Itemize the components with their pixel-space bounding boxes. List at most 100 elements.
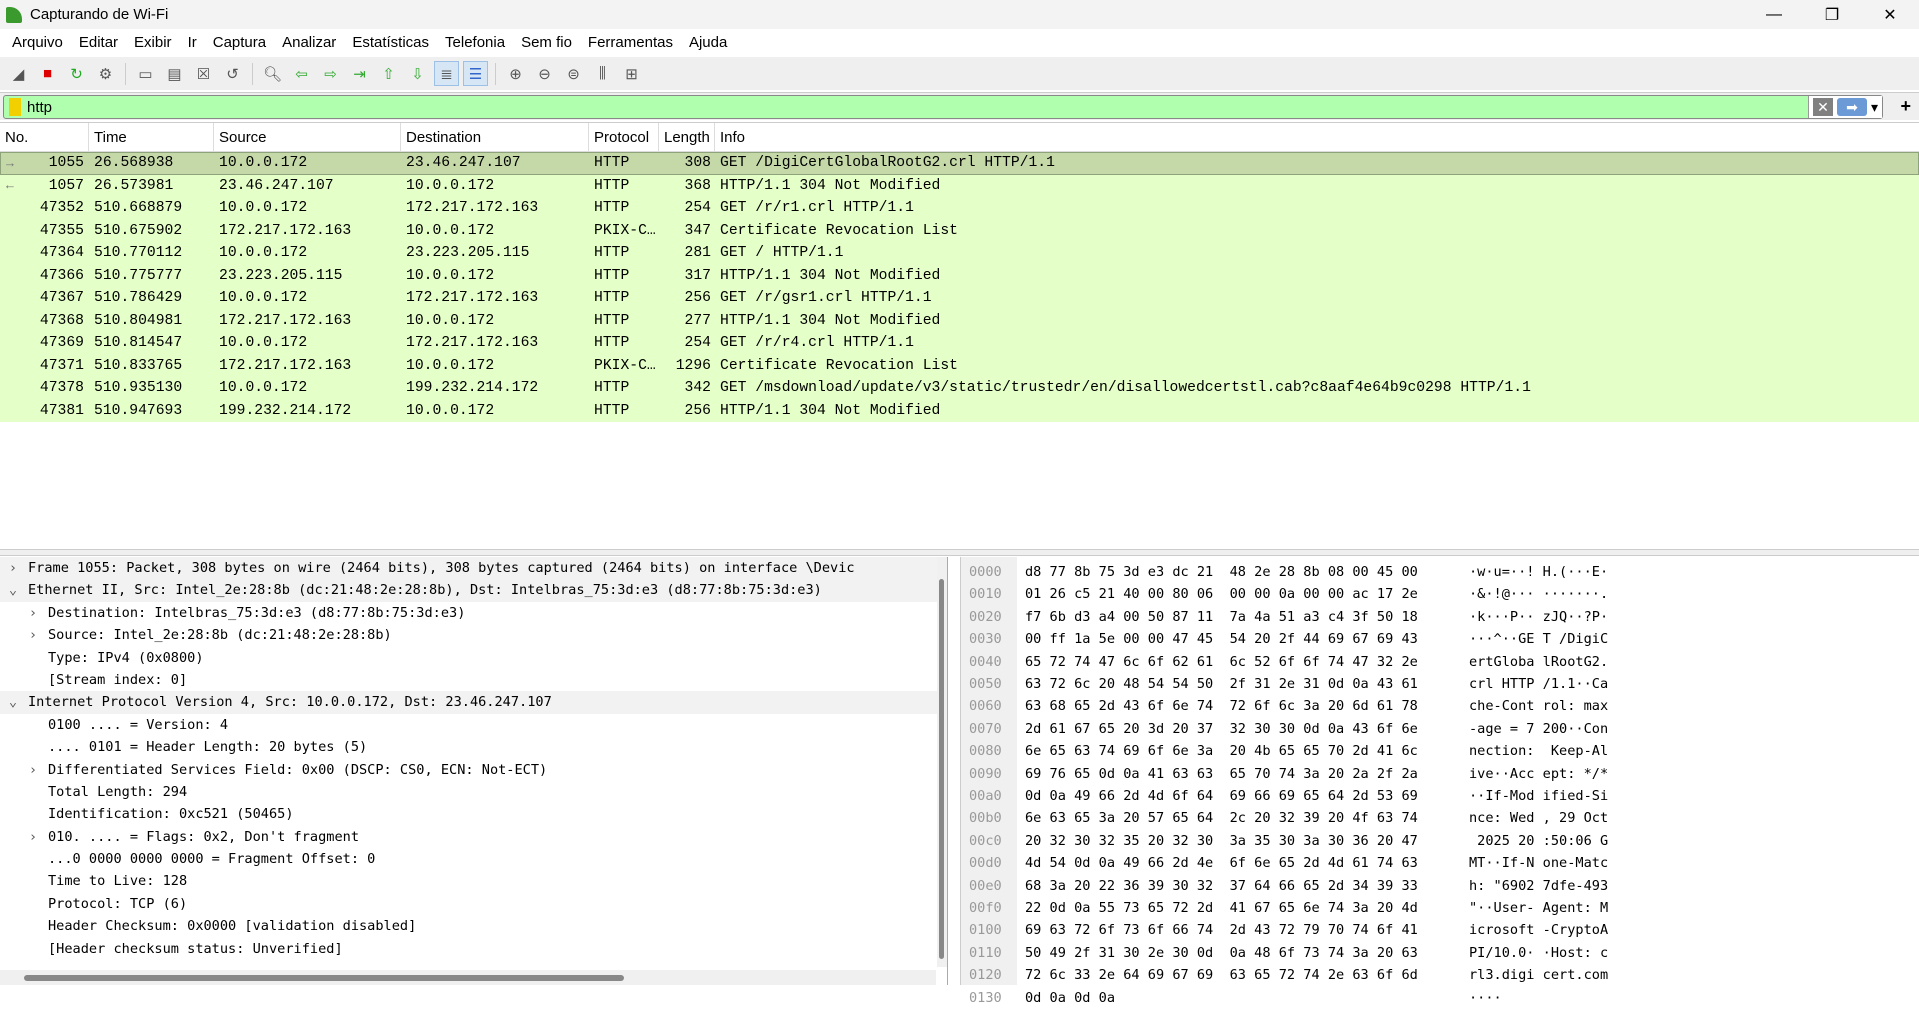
menu-captura[interactable]: Captura bbox=[205, 34, 274, 51]
zoom-out-icon[interactable]: ⊖ bbox=[532, 61, 557, 86]
bookmark-icon[interactable] bbox=[9, 98, 21, 116]
byte-offset[interactable]: 0040 bbox=[969, 651, 1002, 673]
byte-offset[interactable]: 0070 bbox=[969, 718, 1002, 740]
detail-item[interactable]: › Source: Intel_2e:28:8b (dc:21:48:2e:28:… bbox=[0, 624, 947, 646]
restart-capture-icon[interactable]: ↻ bbox=[64, 61, 89, 86]
expand-icon[interactable]: › bbox=[26, 624, 40, 646]
column-no[interactable]: No. bbox=[0, 123, 89, 151]
packet-row[interactable]: 47368 510.804981 172.217.172.163 10.0.0.172… bbox=[0, 309, 1919, 332]
scroll-thumb[interactable] bbox=[24, 975, 624, 981]
ascii-bytes[interactable]: 2025 20 :50:06 G bbox=[1469, 830, 1608, 852]
menu-estatísticas[interactable]: Estatísticas bbox=[344, 34, 437, 51]
detail-item[interactable]: › Destination: Intelbras_75:3d:e3 (d8:77:… bbox=[0, 602, 947, 624]
hex-bytes[interactable]: 65 72 74 47 6c 6f 62 61 6c 52 6f 6f 74 4… bbox=[1025, 651, 1418, 673]
ascii-bytes[interactable]: icrosoft -CryptoA bbox=[1469, 919, 1608, 941]
detail-item[interactable]: 0100 .... = Version: 4 bbox=[0, 714, 947, 736]
packet-row[interactable]: → 1055 26.568938 10.0.0.172 23.46.247.107 HTT… bbox=[0, 152, 1919, 175]
ascii-bytes[interactable]: ·k···P·· zJQ··?P· bbox=[1469, 606, 1608, 628]
byte-offset[interactable]: 0120 bbox=[969, 964, 1002, 986]
ascii-bytes[interactable]: "··User- Agent: M bbox=[1469, 897, 1608, 919]
clear-filter-button[interactable]: ✕ bbox=[1812, 98, 1833, 116]
menu-analizar[interactable]: Analizar bbox=[274, 34, 344, 51]
ascii-bytes[interactable]: ·&·!@··· ·······. bbox=[1469, 583, 1608, 605]
column-time[interactable]: Time bbox=[89, 123, 214, 151]
packet-row[interactable]: 47369 510.814547 10.0.0.172 172.217.172.163… bbox=[0, 332, 1919, 355]
packet-row[interactable]: 47366 510.775777 23.223.205.115 10.0.0.172 H… bbox=[0, 264, 1919, 287]
minimize-button[interactable]: — bbox=[1745, 0, 1803, 29]
hex-bytes[interactable]: 20 32 30 32 35 20 32 30 3a 35 30 3a 30 3… bbox=[1025, 830, 1418, 852]
ascii-bytes[interactable]: ertGloba lRootG2. bbox=[1469, 651, 1608, 673]
ascii-bytes[interactable]: MT··If-N one-Matc bbox=[1469, 852, 1608, 874]
restore-button[interactable]: ❐ bbox=[1803, 0, 1861, 29]
detail-item[interactable]: ⌄ Ethernet II, Src: Intel_2e:28:8b (dc:21… bbox=[0, 579, 947, 602]
menu-editar[interactable]: Editar bbox=[71, 34, 126, 51]
save-file-icon[interactable]: ▤ bbox=[162, 61, 187, 86]
packet-row[interactable]: 47367 510.786429 10.0.0.172 172.217.172.163… bbox=[0, 287, 1919, 310]
packet-row[interactable]: 47381 510.947693 199.232.214.172 10.0.0.172… bbox=[0, 399, 1919, 422]
column-protocol[interactable]: Protocol bbox=[589, 123, 659, 151]
resize-columns-icon[interactable]: ⫼ bbox=[590, 61, 615, 86]
hex-bytes[interactable]: 4d 54 0d 0a 49 66 2d 4e 6f 6e 65 2d 4d 6… bbox=[1025, 852, 1418, 874]
hex-bytes[interactable]: d8 77 8b 75 3d e3 dc 21 48 2e 28 8b 08 0… bbox=[1025, 561, 1418, 583]
hex-bytes[interactable]: 6e 65 63 74 69 6f 6e 3a 20 4b 65 65 70 2… bbox=[1025, 740, 1418, 762]
detail-item[interactable]: .... 0101 = Header Length: 20 bytes (5) bbox=[0, 736, 947, 758]
display-filter-input[interactable] bbox=[27, 98, 1808, 116]
byte-offset[interactable]: 0090 bbox=[969, 763, 1002, 785]
hex-bytes[interactable]: 72 6c 33 2e 64 69 67 69 63 65 72 74 2e 6… bbox=[1025, 964, 1418, 986]
detail-item[interactable]: [Header checksum status: Unverified] bbox=[0, 938, 947, 960]
detail-item[interactable]: ...0 0000 0000 0000 = Fragment Offset: 0 bbox=[0, 848, 947, 870]
packet-row[interactable]: ← 1057 26.573981 23.46.247.107 10.0.0.172 HTT… bbox=[0, 174, 1919, 197]
ascii-bytes[interactable]: ···· bbox=[1469, 987, 1502, 1009]
ascii-bytes[interactable]: ·w·u=··! H.(···E· bbox=[1469, 561, 1608, 583]
apply-filter-button[interactable]: ➡ bbox=[1836, 98, 1867, 116]
hex-bytes[interactable]: 22 0d 0a 55 73 65 72 2d 41 67 65 6e 74 3… bbox=[1025, 897, 1418, 919]
menu-ir[interactable]: Ir bbox=[180, 34, 205, 51]
detail-item[interactable]: Header Checksum: 0x0000 [validation disa… bbox=[0, 915, 947, 937]
packet-row[interactable]: 47371 510.833765 172.217.172.163 10.0.0.172… bbox=[0, 354, 1919, 377]
ascii-bytes[interactable]: ive··Acc ept: */* bbox=[1469, 763, 1608, 785]
menu-sem-fio[interactable]: Sem fio bbox=[513, 34, 580, 51]
byte-offset[interactable]: 0000 bbox=[969, 561, 1002, 583]
ascii-bytes[interactable]: -age = 7 200··Con bbox=[1469, 718, 1608, 740]
detail-item[interactable]: ⌄ Internet Protocol Version 4, Src: 10.0.… bbox=[0, 691, 947, 714]
add-filter-button[interactable]: + bbox=[1900, 96, 1911, 117]
go-back-icon[interactable]: ⇦ bbox=[289, 61, 314, 86]
byte-offset[interactable]: 00b0 bbox=[969, 807, 1002, 829]
hex-bytes[interactable]: 6e 63 65 3a 20 57 65 64 2c 20 32 39 20 4… bbox=[1025, 807, 1418, 829]
ascii-bytes[interactable]: nection: Keep-Al bbox=[1469, 740, 1608, 762]
byte-offset[interactable]: 00d0 bbox=[969, 852, 1002, 874]
byte-offset[interactable]: 00c0 bbox=[969, 830, 1002, 852]
ascii-bytes[interactable]: h: "6902 7dfe-493 bbox=[1469, 875, 1608, 897]
detail-item[interactable]: Time to Live: 128 bbox=[0, 870, 947, 892]
byte-offset[interactable]: 0050 bbox=[969, 673, 1002, 695]
layout-icon[interactable]: ⊞ bbox=[619, 61, 644, 86]
menu-arquivo[interactable]: Arquivo bbox=[4, 34, 71, 51]
hex-bytes[interactable]: 0d 0a 0d 0a bbox=[1025, 987, 1115, 1009]
stop-capture-icon[interactable]: ■ bbox=[35, 61, 60, 86]
start-capture-icon[interactable]: ◢ bbox=[6, 61, 31, 86]
column-length[interactable]: Length bbox=[659, 123, 715, 151]
expand-icon[interactable]: › bbox=[26, 602, 40, 624]
expand-icon[interactable]: › bbox=[26, 826, 40, 848]
ascii-bytes[interactable]: che-Cont rol: max bbox=[1469, 695, 1608, 717]
pane-splitter[interactable] bbox=[0, 549, 1919, 556]
hex-bytes[interactable]: 01 26 c5 21 40 00 80 06 00 00 0a 00 00 a… bbox=[1025, 583, 1418, 605]
ascii-bytes[interactable]: PI/10.0· ·Host: c bbox=[1469, 942, 1608, 964]
details-vertical-scrollbar[interactable] bbox=[937, 557, 947, 967]
collapse-icon[interactable]: ⌄ bbox=[6, 691, 20, 713]
byte-offset[interactable]: 0030 bbox=[969, 628, 1002, 650]
hex-bytes[interactable]: 2d 61 67 65 20 3d 20 37 32 30 30 0d 0a 4… bbox=[1025, 718, 1418, 740]
byte-offset[interactable]: 00a0 bbox=[969, 785, 1002, 807]
capture-options-icon[interactable]: ⚙ bbox=[93, 61, 118, 86]
collapse-icon[interactable]: ⌄ bbox=[6, 579, 20, 601]
open-file-icon[interactable]: ▭ bbox=[133, 61, 158, 86]
hex-bytes[interactable]: f7 6b d3 a4 00 50 87 11 7a 4a 51 a3 c4 3… bbox=[1025, 606, 1418, 628]
column-source[interactable]: Source bbox=[214, 123, 401, 151]
filter-history-dropdown[interactable]: ▾ bbox=[1871, 99, 1878, 116]
detail-item[interactable]: › Frame 1055: Packet, 308 bytes on wire (… bbox=[0, 557, 947, 580]
find-packet-icon[interactable]: 🔍︎ bbox=[260, 61, 285, 86]
menu-ferramentas[interactable]: Ferramentas bbox=[580, 34, 681, 51]
column-info[interactable]: Info bbox=[715, 123, 1919, 151]
byte-offset[interactable]: 0110 bbox=[969, 942, 1002, 964]
byte-offset[interactable]: 00f0 bbox=[969, 897, 1002, 919]
